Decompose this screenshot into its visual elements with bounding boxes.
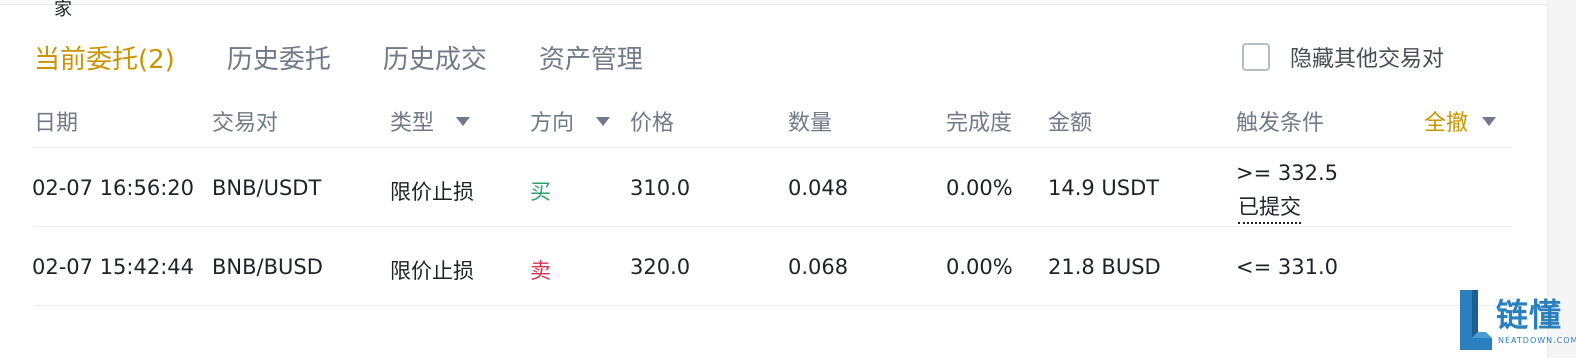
order-trigger-condition: <= 331.0: [1236, 255, 1338, 279]
type-filter-dropdown-icon[interactable]: [456, 116, 471, 126]
column-header-type-label: 类型: [390, 111, 435, 136]
order-type: 限价止损: [390, 259, 474, 283]
row-divider: [34, 226, 1512, 227]
hide-other-pairs-label: 隐藏其他交易对: [1290, 47, 1445, 72]
order-price: 320.0: [630, 255, 691, 279]
order-type: 限价止损: [390, 180, 474, 204]
column-header-date-label: 日期: [34, 111, 79, 136]
column-header-date: 日期: [34, 105, 78, 137]
column-header-trigger-label: 触发条件: [1236, 111, 1325, 136]
column-header-price-label: 价格: [630, 111, 675, 136]
column-header-pair-label: 交易对: [212, 111, 279, 136]
column-header-trigger: 触发条件: [1236, 105, 1324, 137]
column-header-total: 金额: [1048, 105, 1092, 137]
order-total: 21.8 BUSD: [1048, 255, 1161, 279]
order-side-sell: 卖: [530, 259, 551, 283]
column-header-total-label: 金额: [1048, 111, 1093, 136]
column-header-amount: 数量: [788, 105, 832, 137]
cancel-all-dropdown-icon[interactable]: [1482, 116, 1497, 126]
order-pair: BNB/USDT: [212, 176, 322, 200]
hide-other-pairs-checkbox[interactable]: [1242, 43, 1270, 71]
tab-trade-history[interactable]: 历史成交: [383, 39, 487, 76]
logo-l-mark-icon: [1460, 290, 1492, 350]
order-side-buy: 买: [530, 180, 551, 204]
tab-open-orders[interactable]: 当前委托(2): [34, 39, 175, 76]
column-header-side-label: 方向: [530, 111, 575, 136]
column-header-pair: 交易对: [212, 105, 278, 137]
column-header-side[interactable]: 方向: [530, 105, 611, 137]
logo-subtext: NEATDOWN.COM: [1498, 336, 1576, 345]
order-amount: 0.048: [788, 176, 849, 200]
top-text-fragment: 家: [54, 0, 72, 20]
hide-other-pairs-toggle[interactable]: 隐藏其他交易对: [1242, 41, 1444, 73]
column-header-amount-label: 数量: [788, 111, 833, 136]
cancel-all-label[interactable]: 全撤: [1424, 105, 1468, 137]
tab-asset-management[interactable]: 资产管理: [539, 39, 643, 76]
order-pair: BNB/BUSD: [212, 255, 323, 279]
order-date: 02-07 16:56:20: [32, 176, 195, 200]
side-filter-dropdown-icon[interactable]: [596, 116, 611, 126]
header-divider: [34, 147, 1512, 148]
column-header-type[interactable]: 类型: [390, 105, 471, 137]
order-trigger-condition: >= 332.5: [1236, 161, 1338, 185]
tab-order-history[interactable]: 历史委托: [227, 39, 331, 76]
order-date: 02-07 15:42:44: [32, 255, 195, 279]
column-header-filled-label: 完成度: [946, 111, 1013, 136]
order-trigger-status[interactable]: 已提交: [1238, 191, 1301, 224]
order-price: 310.0: [630, 176, 691, 200]
logo-text: 链懂: [1496, 296, 1563, 334]
orders-panel: 家 当前委托(2) 历史委托 历史成交 资产管理 隐藏其他交易对 日期 交易对 …: [0, 0, 1548, 359]
cancel-all-dropdown[interactable]: 全撤: [1424, 105, 1497, 137]
neatdown-logo: 链懂 NEATDOWN.COM: [1452, 286, 1576, 352]
page-frame: 家 当前委托(2) 历史委托 历史成交 资产管理 隐藏其他交易对 日期 交易对 …: [0, 0, 1576, 359]
row-divider: [34, 305, 1512, 306]
order-filled: 0.00%: [946, 176, 1013, 200]
column-header-filled: 完成度: [946, 105, 1012, 137]
order-amount: 0.068: [788, 255, 849, 279]
column-header-price: 价格: [630, 105, 674, 137]
order-tabs: 当前委托(2) 历史委托 历史成交 资产管理: [34, 39, 695, 75]
order-total: 14.9 USDT: [1048, 176, 1160, 200]
order-filled: 0.00%: [946, 255, 1013, 279]
